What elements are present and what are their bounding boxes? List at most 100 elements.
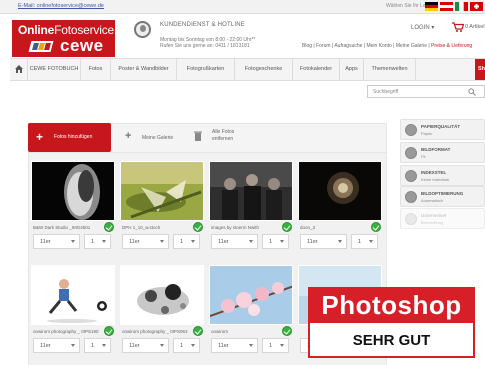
paper-icon xyxy=(405,124,417,136)
option-image-format[interactable]: BILDFORMAT Fit xyxy=(400,142,485,163)
add-photos-button[interactable]: + Fotos hinzufügen xyxy=(28,123,111,152)
index-icon xyxy=(405,170,417,182)
chevron-down-icon xyxy=(102,240,106,243)
swiss-flag-icon[interactable] xyxy=(470,2,483,11)
page: E-Mail: onlinefotoservice@cewe.de Wählen… xyxy=(0,0,485,365)
email-link[interactable]: E-Mail: onlinefotoservice@cewe.de xyxy=(18,3,104,9)
my-gallery-button[interactable]: + Meine Galerie xyxy=(122,127,187,148)
hotline-title[interactable]: KUNDENDIENST & HOTLINE xyxy=(160,22,245,28)
photo-title: images by stoerm Nwith xyxy=(211,225,260,230)
cart-icon[interactable] xyxy=(452,22,464,32)
option-paper-quality[interactable]: PAPIERQUALITÄT Papier xyxy=(400,119,485,140)
nav-item-kalender[interactable]: Fotokalender xyxy=(293,59,340,80)
photo-thumbnail-bw-portrait[interactable] xyxy=(31,161,115,221)
photo-thumbnail-moon[interactable] xyxy=(298,161,382,221)
checkmark-icon[interactable] xyxy=(193,326,203,336)
search-icon[interactable] xyxy=(468,88,476,96)
photo-title: onwirom xyxy=(211,329,229,334)
photo-card[interactable]: images by stoerm Nwith 11er 1 xyxy=(209,161,293,257)
checkmark-icon[interactable] xyxy=(282,222,292,232)
checkmark-icon[interactable] xyxy=(104,326,114,336)
chevron-down-icon xyxy=(280,344,284,347)
chevron-down-icon xyxy=(102,344,106,347)
german-flag-icon[interactable] xyxy=(425,2,438,11)
austrian-flag-icon[interactable] xyxy=(440,2,453,11)
format-select[interactable]: 11er xyxy=(300,234,347,249)
chevron-down-icon xyxy=(249,344,253,347)
checkmark-icon[interactable] xyxy=(193,222,203,232)
nav-item-shop[interactable]: Sho xyxy=(475,59,485,80)
service-links[interactable]: Blog | Forum | Aufragsuche | Mein Konto … xyxy=(302,43,472,49)
photo-title: DPH 1_10_w.stoch xyxy=(122,225,161,230)
nav-item-geschenke[interactable]: Fotogeschenke xyxy=(235,59,293,80)
photo-card[interactable]: onwirom photography _ 0IPS063 11er 1 xyxy=(120,265,204,361)
chevron-down-icon xyxy=(249,240,253,243)
photo-card[interactable]: onwirom photography _ 0IPS190 11er 1 xyxy=(31,265,115,361)
remove-all-button[interactable]: Alle Fotos entfernen xyxy=(190,125,255,150)
main-nav: CEWE FOTOBUCH Fotos Poster & Wandbilder … xyxy=(10,58,485,81)
photo-thumbnail-splash[interactable] xyxy=(120,265,204,325)
quantity-select[interactable]: 1 xyxy=(262,338,289,353)
hotline-agent-icon xyxy=(134,21,151,38)
checkmark-icon[interactable] xyxy=(104,222,114,232)
format-select[interactable]: 11er xyxy=(122,234,169,249)
photo-title: B&W Dark Studio _IMG4501 xyxy=(33,225,91,230)
nav-item-fotobuch[interactable]: CEWE FOTOBUCH xyxy=(28,59,81,80)
cart-count[interactable]: 0 Artikel xyxy=(465,24,485,30)
search-input[interactable]: Suchbegriff xyxy=(367,85,485,98)
photoshop-badge-title: Photoshop xyxy=(308,287,475,323)
pencil-icon xyxy=(405,213,417,225)
option-back-print[interactable]: Unterweiset Beschriftung xyxy=(400,208,485,229)
nav-item-poster[interactable]: Poster & Wandbilder xyxy=(111,59,177,80)
photo-thumbnail-group[interactable] xyxy=(209,161,293,221)
nav-item-fotos[interactable]: Fotos xyxy=(81,59,111,80)
top-strip: E-Mail: onlinefotoservice@cewe.de Wählen… xyxy=(0,0,485,14)
photo-thumbnail-butterfly[interactable] xyxy=(120,161,204,221)
photo-thumbnail-blossoms[interactable] xyxy=(209,265,293,325)
quantity-select[interactable]: 1 xyxy=(173,338,200,353)
chevron-down-icon xyxy=(338,240,342,243)
quantity-select[interactable]: 1 xyxy=(84,338,111,353)
format-select[interactable]: 11er xyxy=(33,234,80,249)
option-image-optimization[interactable]: BILDOPTIMIERUNG Automatisch xyxy=(400,186,485,207)
photoshop-badge-rating: SEHR GUT xyxy=(308,323,475,358)
nav-item-apps[interactable]: Apps xyxy=(340,59,364,80)
italian-flag-icon[interactable] xyxy=(455,2,468,11)
chevron-down-icon xyxy=(160,344,164,347)
quantity-select[interactable]: 1 xyxy=(84,234,111,249)
photo-card[interactable]: onwirom 11er 1 xyxy=(209,265,293,361)
photo-title: onwirom photography _ 0IPS063 xyxy=(122,329,188,334)
login-dropdown[interactable]: LOGIN ▾ xyxy=(411,24,434,31)
nav-item-themenwelten[interactable]: Themenwelten xyxy=(364,59,416,80)
format-select[interactable]: 11er xyxy=(211,338,258,353)
trash-icon xyxy=(194,131,202,141)
format-select[interactable]: 11er xyxy=(122,338,169,353)
photo-card[interactable]: doon_3 11er 1 xyxy=(298,161,382,257)
format-select[interactable]: 11er xyxy=(211,234,258,249)
quantity-select[interactable]: 1 xyxy=(173,234,200,249)
checkmark-icon[interactable] xyxy=(371,222,381,232)
quantity-select[interactable]: 1 xyxy=(351,234,378,249)
chevron-down-icon xyxy=(71,240,75,243)
logo-text-top: OnlineFotoservice xyxy=(18,23,114,37)
logo-text-cewe: cewe xyxy=(60,36,104,55)
photo-card[interactable]: B&W Dark Studio _IMG4501 11er 1 xyxy=(31,161,115,257)
cewe-mark-icon xyxy=(28,41,54,52)
search-placeholder: Suchbegriff xyxy=(373,89,399,95)
optimize-icon xyxy=(405,191,417,203)
nav-item-grusskarten[interactable]: Fotogrußkarten xyxy=(177,59,235,80)
chevron-down-icon xyxy=(369,240,373,243)
chevron-down-icon xyxy=(280,240,284,243)
photo-card[interactable]: DPH 1_10_w.stoch 11er 1 xyxy=(120,161,204,257)
quantity-select[interactable]: 1 xyxy=(262,234,289,249)
checkmark-icon[interactable] xyxy=(282,326,292,336)
option-index[interactable]: INDEXSTEL Keine Indexliste xyxy=(400,165,485,186)
photo-thumbnail-football[interactable] xyxy=(31,265,115,325)
photo-title: doon_3 xyxy=(300,225,316,230)
cewe-logo[interactable]: OnlineFotoservice cewe xyxy=(12,20,115,57)
plus-icon: + xyxy=(125,130,132,142)
chevron-down-icon xyxy=(191,240,195,243)
plus-icon: + xyxy=(36,130,44,144)
home-button[interactable] xyxy=(10,59,28,80)
format-select[interactable]: 11er xyxy=(33,338,80,353)
